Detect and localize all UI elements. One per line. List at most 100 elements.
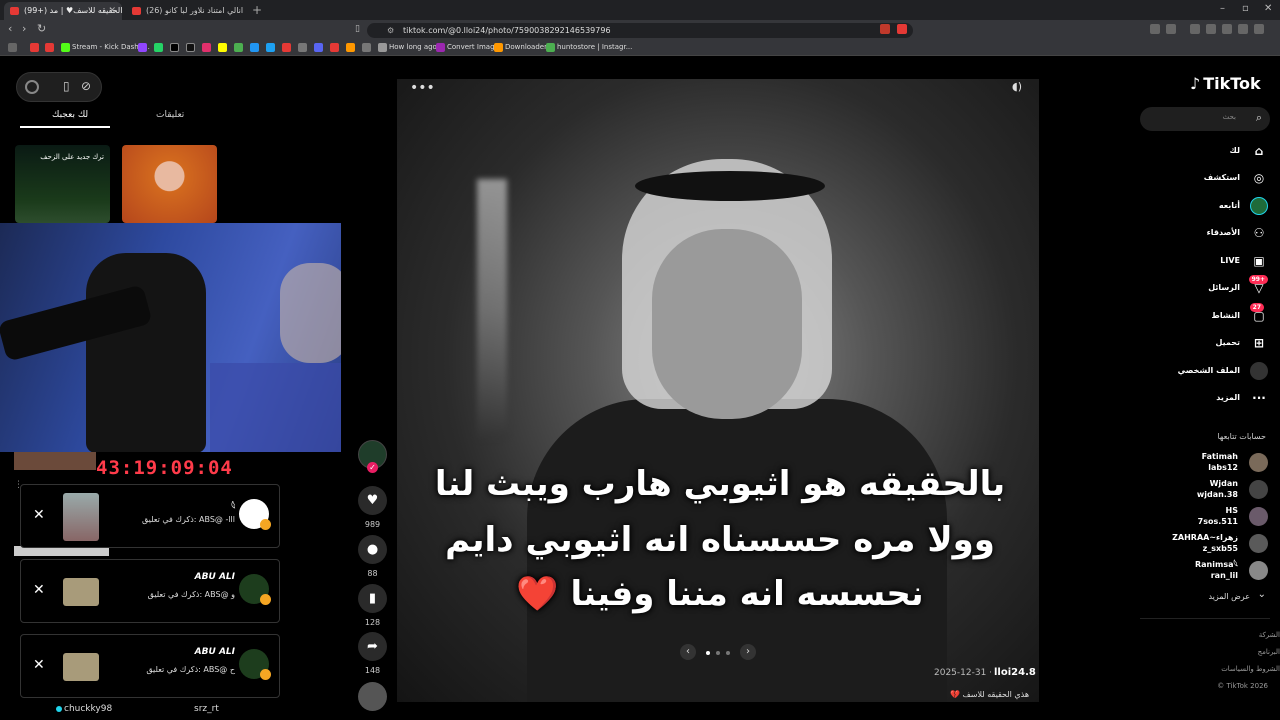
extension-icon[interactable] — [1190, 24, 1200, 34]
extension-icon[interactable] — [897, 24, 907, 34]
footer-link-company[interactable]: الشركة — [1259, 631, 1280, 639]
bookmark-icon[interactable] — [250, 43, 259, 52]
video-thumbnail[interactable] — [122, 145, 217, 223]
carousel-dot[interactable] — [706, 651, 710, 655]
site-info-icon[interactable]: ⚙ — [387, 23, 394, 38]
bookmark-icon[interactable] — [362, 43, 371, 52]
close-icon[interactable]: ✕ — [33, 582, 45, 598]
maximize-icon[interactable]: ▫ — [1242, 3, 1249, 14]
following-account[interactable]: Fatimah labs12 — [1138, 450, 1268, 476]
tiktok-note-icon: ♪ — [1190, 74, 1201, 93]
friends-icon: ⚇ — [1253, 226, 1265, 240]
close-icon[interactable]: ✕ — [33, 657, 45, 673]
following-account[interactable]: Ranimsa𓆩 ran_lil — [1138, 558, 1268, 584]
extension-icon[interactable] — [1166, 24, 1176, 34]
whatsapp-icon[interactable] — [154, 43, 163, 52]
follow-check-icon[interactable]: ✓ — [367, 462, 378, 473]
footer-link-program[interactable]: البرنامج — [1258, 648, 1280, 656]
bookmark-icon[interactable] — [298, 43, 307, 52]
next-photo-button[interactable]: › — [740, 644, 756, 660]
carousel-dot[interactable] — [716, 651, 720, 655]
following-account[interactable]: ZAHRAA~زهراء z_sxb55 — [1138, 531, 1268, 557]
account-name: Fatimah labs12 — [1202, 451, 1238, 473]
bookmark-convert-image[interactable]: Convert Image — [447, 42, 499, 53]
twitch-icon[interactable] — [138, 43, 147, 52]
search-input[interactable]: بحث ⌕ — [1140, 107, 1270, 131]
apps-icon[interactable] — [8, 43, 17, 52]
bookmark-icon[interactable]: ▯ — [355, 24, 360, 34]
tiktok-logo[interactable]: ♪ TikTok — [1190, 74, 1261, 93]
browser-tab[interactable]: (26) حقيقت انالي امتناد نلاور لبا كانو..… — [126, 2, 246, 20]
tiktok-icon[interactable] — [186, 43, 195, 52]
bookmark-icon[interactable] — [330, 43, 339, 52]
following-account[interactable]: HS 7sos.511 — [1138, 504, 1268, 530]
bookmark-how-long-ago[interactable]: How long ago — [389, 42, 437, 53]
music-disc-icon[interactable] — [358, 682, 387, 711]
heart-icon[interactable]: ♥ — [358, 486, 387, 515]
extension-icon[interactable] — [1206, 24, 1216, 34]
bookmark-icon[interactable]: ▮ — [358, 584, 387, 613]
video-thumbnail[interactable] — [14, 452, 96, 470]
extension-icon[interactable] — [880, 24, 890, 34]
chevron-down-icon[interactable]: ⌄ — [1258, 589, 1266, 600]
post-username[interactable]: lloi24.8 — [994, 667, 1036, 678]
close-icon[interactable]: ✕ — [33, 507, 45, 523]
notification-toast[interactable]: ✕ 𓆩 ذكرك في تعليق: ABS@ -lll — [20, 484, 280, 548]
share-icon[interactable]: ➦ — [358, 632, 387, 661]
carousel-dot[interactable] — [726, 651, 730, 655]
account-display-name: Ranimsa𓆩 — [1195, 560, 1238, 569]
compass-icon[interactable]: ⊘ — [81, 79, 91, 93]
snapchat-icon[interactable] — [218, 43, 227, 52]
browser-tab-active[interactable]: (99+) هذي الحقيقه للاسف♥ | مد...✕ — [4, 2, 122, 20]
address-bar[interactable]: ⚙ tiktok.com/@0.lloi24/photo/75900382921… — [367, 23, 913, 38]
instagram-icon[interactable] — [202, 43, 211, 52]
notification-toast[interactable]: ✕ ABU ALI ذكرك في تعليق: ABS@ و — [20, 559, 280, 623]
username[interactable]: chuckky98 — [64, 704, 112, 714]
forward-icon[interactable]: › — [22, 22, 26, 35]
tab-for-you[interactable]: لك بعجبك — [52, 110, 88, 120]
bookmark-icon[interactable] — [266, 43, 275, 52]
avatar[interactable] — [25, 80, 39, 94]
reload-icon[interactable]: ↻ — [37, 22, 46, 35]
video-thumbnail[interactable]: ترك جديد على الزحف — [15, 145, 110, 223]
search-placeholder: بحث — [1222, 113, 1236, 121]
notification-toast[interactable]: ✕ ABU ALI ذكرك في تعليق: ABS@ ح — [20, 634, 280, 698]
new-tab-button[interactable]: + — [252, 3, 262, 17]
discord-icon[interactable] — [314, 43, 323, 52]
tab-comments[interactable]: تعليقات — [156, 110, 184, 120]
search-icon[interactable]: ⌕ — [1256, 111, 1262, 125]
background-shelf — [210, 363, 341, 452]
bookmark-downloader[interactable]: Downloader — [505, 42, 547, 53]
youtube-icon[interactable] — [30, 43, 39, 52]
bookmark-icon[interactable] — [282, 43, 291, 52]
username[interactable]: srz_rt — [194, 704, 219, 714]
more-options-icon[interactable]: ••• — [410, 80, 435, 96]
account-name: Ranimsa𓆩 ran_lil — [1195, 559, 1238, 581]
menu-icon[interactable] — [1254, 24, 1264, 34]
youtube-icon[interactable] — [45, 43, 54, 52]
extension-icon[interactable] — [1222, 24, 1232, 34]
close-tab-icon[interactable]: ✕ — [108, 2, 116, 20]
phone-icon[interactable]: ▯ — [63, 79, 70, 93]
extension-icon[interactable] — [1238, 24, 1248, 34]
how-long-ago-icon[interactable] — [378, 43, 387, 52]
close-window-icon[interactable]: ✕ — [1264, 3, 1272, 14]
see-more-link[interactable]: عرض المزيد — [1208, 592, 1250, 601]
x-icon[interactable] — [170, 43, 179, 52]
kick-icon[interactable] — [61, 43, 70, 52]
downloader-icon[interactable] — [494, 43, 503, 52]
following-account[interactable]: Wjdan wjdan.38 — [1138, 477, 1268, 503]
huntostore-icon[interactable] — [546, 43, 555, 52]
bookmark-huntostore[interactable]: huntostore | Instagr... — [557, 42, 632, 53]
bookmark-icon[interactable] — [346, 43, 355, 52]
footer-link-terms[interactable]: الشروط والسياسات — [1221, 665, 1280, 673]
comment-icon[interactable]: ● — [358, 535, 387, 564]
convert-image-icon[interactable] — [436, 43, 445, 52]
extension-icon[interactable] — [1150, 24, 1160, 34]
bookmark-icon[interactable] — [234, 43, 243, 52]
previous-photo-button[interactable]: ‹ — [680, 644, 696, 660]
notification-badge-icon — [260, 519, 271, 530]
back-icon[interactable]: ‹ — [8, 22, 12, 35]
minimize-icon[interactable]: – — [1220, 3, 1225, 14]
sound-icon[interactable]: ◖) — [1012, 80, 1022, 93]
